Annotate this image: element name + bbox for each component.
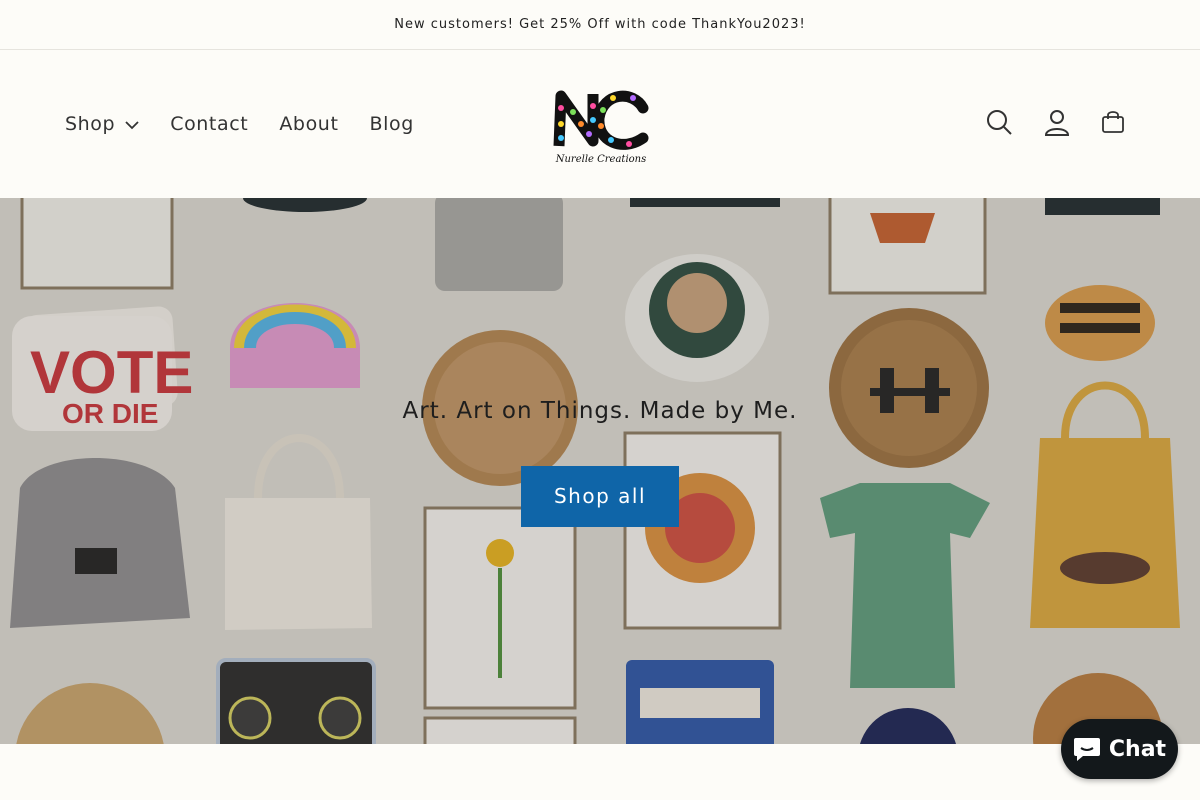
nav-shop[interactable]: Shop	[65, 113, 139, 135]
svg-text:Nurelle Creations: Nurelle Creations	[555, 154, 647, 165]
announcement-bar: New customers! Get 25% Off with code Tha…	[0, 0, 1200, 50]
hero-content: Art. Art on Things. Made by Me. Shop all	[0, 398, 1200, 527]
chat-label: Chat	[1108, 736, 1167, 762]
account-icon[interactable]	[1043, 108, 1071, 140]
hero-banner: VOTE OR DIE Art. Art on Things. Made by …	[0, 198, 1200, 744]
main-nav: Shop Contact About Blog	[65, 113, 445, 135]
nav-about[interactable]: About	[279, 113, 338, 135]
section-below-hero	[0, 744, 1200, 800]
chat-button[interactable]: Chat	[1061, 719, 1178, 779]
chevron-down-icon	[125, 113, 139, 135]
search-icon[interactable]	[985, 108, 1013, 140]
nav-blog[interactable]: Blog	[370, 113, 414, 135]
shop-all-button[interactable]: Shop all	[521, 466, 679, 527]
announcement-text: New customers! Get 25% Off with code Tha…	[394, 17, 806, 32]
chat-bubble-icon	[1073, 738, 1100, 761]
hero-tagline: Art. Art on Things. Made by Me.	[402, 398, 798, 424]
site-header: Shop Contact About Blog Nurelle Creation…	[0, 50, 1200, 198]
header-icons	[955, 50, 1125, 198]
cart-icon[interactable]	[1101, 110, 1125, 138]
logo-icon[interactable]: Nurelle Creations	[553, 86, 649, 166]
nav-contact[interactable]: Contact	[170, 113, 248, 135]
nav-shop-label: Shop	[65, 113, 116, 135]
